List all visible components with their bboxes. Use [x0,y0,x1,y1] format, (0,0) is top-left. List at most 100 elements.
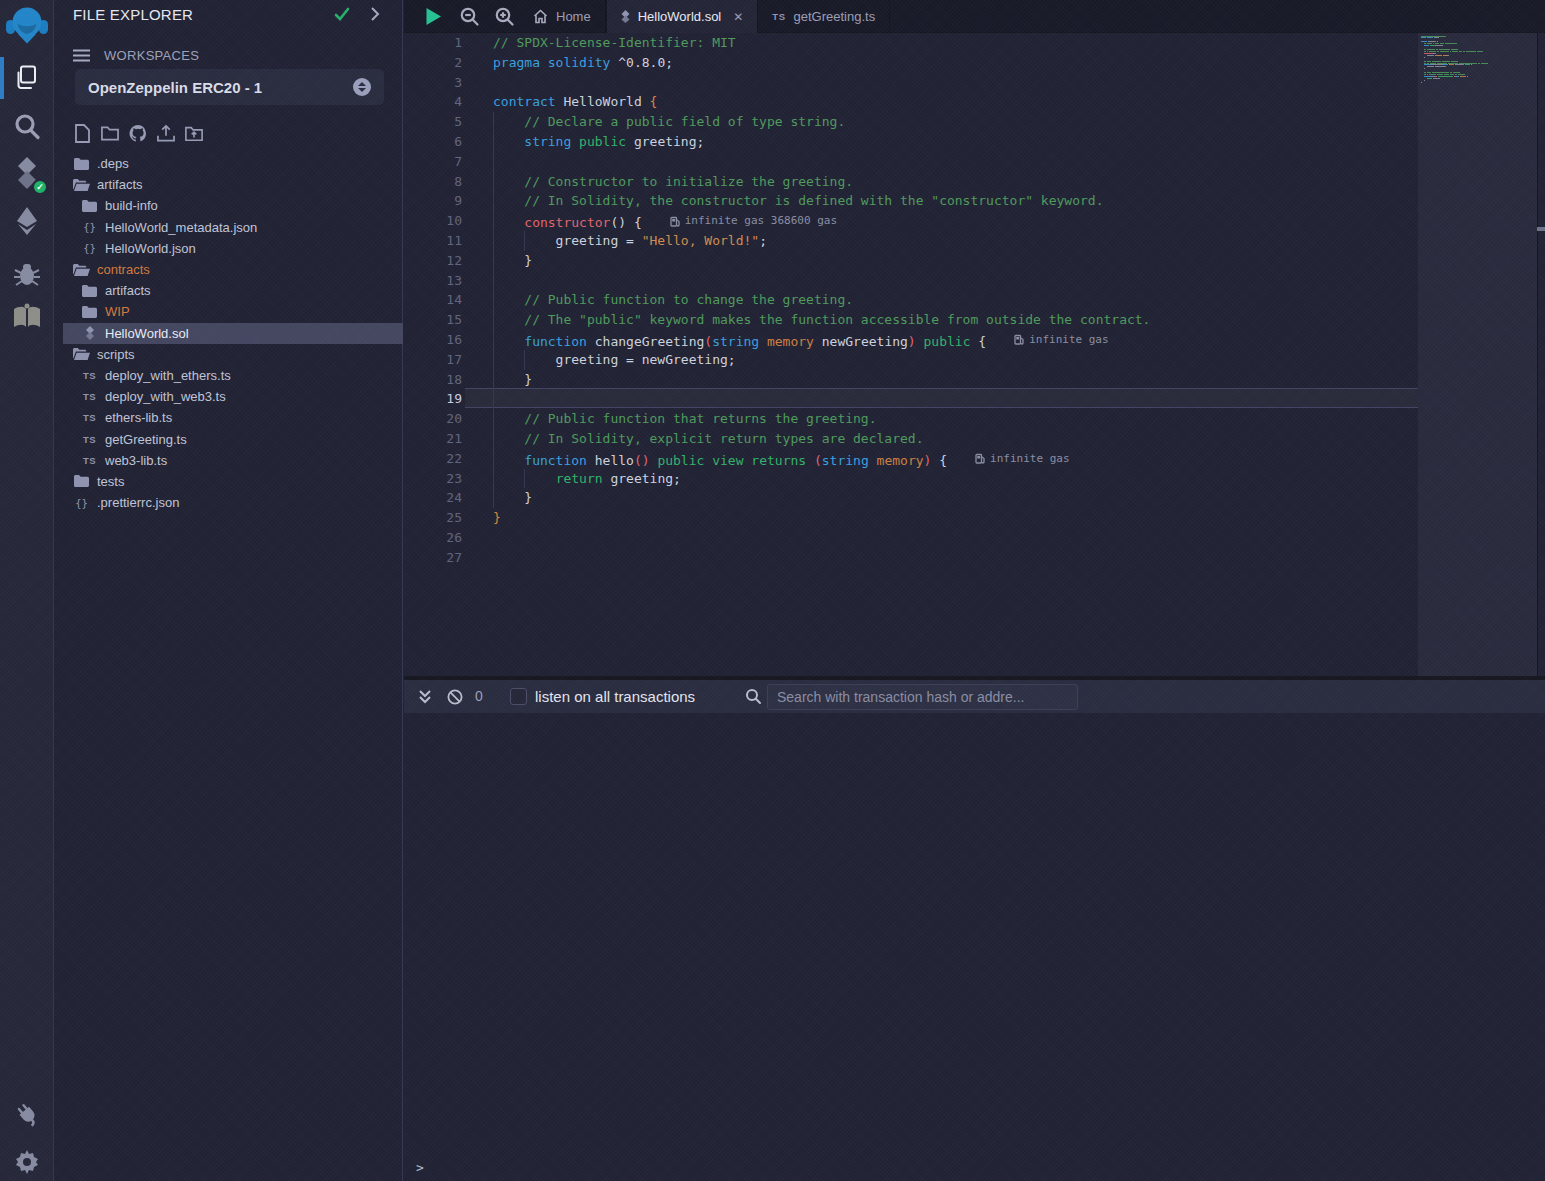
line-number: 8 [404,172,462,192]
tree-item-label: .prettierrc.json [97,495,179,510]
line-number: 13 [404,271,462,291]
tree-item--deps[interactable]: .deps [55,153,403,174]
json-icon: {} [81,241,98,256]
solidity-icon [621,10,630,23]
zoom-out-icon[interactable] [452,0,486,33]
tree-item-helloworld-json[interactable]: {} HelloWorld.json [55,238,403,259]
tree-item-label: tests [97,474,124,489]
line-number: 6 [404,132,462,152]
listen-checkbox[interactable] [510,688,527,705]
line-number: 14 [404,290,462,310]
tab-home[interactable]: Home [519,0,606,33]
deploy-run-icon[interactable] [0,206,54,236]
tree-item-contracts[interactable]: contracts [55,259,403,280]
minimap[interactable] [1418,33,1537,676]
code-line-9: // In Solidity, the constructor is defin… [493,191,1104,211]
tree-item-scripts[interactable]: scripts [55,344,403,365]
ts-icon: TS [81,368,98,383]
tree-item-build-info[interactable]: build-info [55,195,403,216]
tree-item-artifacts[interactable]: artifacts [55,174,403,195]
current-line-highlight [465,388,1418,408]
chevron-right-icon[interactable] [370,7,380,25]
tree-item-tests[interactable]: tests [55,471,403,492]
tab-getgreeting-ts[interactable]: TSgetGreeting.ts [758,0,890,33]
search-icon[interactable] [0,112,54,142]
json-icon: {} [81,220,98,235]
tree-item-artifacts[interactable]: artifacts [55,280,403,301]
code-line-20: // Public function that returns the gree… [493,409,877,429]
main-area: Home HelloWorld.sol ✕ TSgetGreeting.ts 12 34… [404,0,1545,1181]
tree-item-label: deploy_with_ethers.ts [105,368,231,383]
workspaces-row: WORKSPACES [73,45,199,65]
new-file-icon[interactable] [73,121,91,145]
line-number: 4 [404,92,462,112]
debugger-icon[interactable] [0,260,54,288]
tree-item--prettierrc-json[interactable]: {}.prettierrc.json [55,492,403,513]
gas-estimate-hint: infinite gas [1014,330,1108,350]
code-line-18: } [493,370,532,390]
workspace-toggle-icon[interactable] [353,78,371,96]
tab-helloworld-sol[interactable]: HelloWorld.sol ✕ [606,0,759,33]
line-number: 10 [404,211,462,231]
folder-icon [81,304,98,319]
code-editor[interactable]: 1234567891011121314151617181920212223242… [404,33,1545,676]
tree-item-ethers-lib-ts[interactable]: TSethers-lib.ts [55,407,403,428]
compiler-success-badge: ✓ [32,179,48,195]
line-number: 26 [404,528,462,548]
line-number: 11 [404,231,462,251]
settings-gear-icon[interactable] [0,1149,54,1175]
line-number: 25 [404,508,462,528]
line-number: 18 [404,370,462,390]
editor-scrollbar[interactable] [1537,33,1545,676]
line-number: 9 [404,191,462,211]
terminal-output[interactable]: > [404,713,1545,1181]
check-icon[interactable] [334,7,350,25]
tree-item-deploy-with-web3-ts[interactable]: TSdeploy_with_web3.ts [55,386,403,407]
ts-icon: TS [772,11,785,22]
code-line-24: } [493,488,532,508]
remix-logo[interactable] [0,4,54,50]
expand-terminal-icon[interactable] [418,680,432,713]
upload-folder-icon[interactable] [185,121,203,145]
line-number: 17 [404,350,462,370]
folder-icon [73,474,90,489]
terminal-search-input[interactable] [767,684,1078,710]
code-line-15: // The "public" keyword makes the functi… [493,310,1150,330]
gas-estimate-hint: infinite gas 368600 gas [670,211,837,231]
tree-item-web3-lib-ts[interactable]: TSweb3-lib.ts [55,450,403,471]
tree-item-label: deploy_with_web3.ts [105,389,226,404]
tree-item-deploy-with-ethers-ts[interactable]: TS deploy_with_ethers.ts [55,365,403,386]
run-script-button[interactable] [416,0,450,33]
tree-item-label: getGreeting.ts [105,432,187,447]
tree-item-wip[interactable]: WIP [55,301,403,322]
tree-item-helloworld-sol[interactable]: HelloWorld.sol [55,323,403,344]
code-line-25: } [493,508,501,528]
learneth-icon[interactable] [0,303,54,331]
code-line-2: pragma solidity ^0.8.0; [493,53,673,73]
new-folder-icon[interactable] [101,121,119,145]
transaction-count: 0 [475,680,483,713]
tree-item-label: artifacts [105,283,151,298]
terminal-prompt: > [416,1160,424,1175]
publish-to-gist-icon[interactable] [129,121,147,145]
line-number: 12 [404,251,462,271]
workspaces-menu-icon[interactable] [73,49,90,62]
line-number: 22 [404,449,462,469]
tree-item-helloworld-metadata-json[interactable]: {}HelloWorld_metadata.json [55,217,403,238]
file-explorer-panel: FILE EXPLORER WORKSPACES OpenZeppelin ER… [55,0,403,1181]
workspace-name: OpenZeppelin ERC20 - 1 [88,79,262,96]
tree-item-getgreeting-ts[interactable]: TSgetGreeting.ts [55,428,403,449]
workspace-selector[interactable]: OpenZeppelin ERC20 - 1 [75,69,384,105]
terminal-toolbar: 0 listen on all transactions [404,680,1545,713]
zoom-in-icon[interactable] [487,0,521,33]
tree-item-label: HelloWorld.json [105,241,196,256]
close-tab-icon[interactable]: ✕ [733,11,743,23]
file-explorer-icon[interactable] [0,62,54,94]
upload-file-icon[interactable] [157,121,175,145]
folder-open-icon [73,347,90,362]
tab-label: HelloWorld.sol [638,9,722,24]
clear-console-icon[interactable] [447,680,463,713]
line-number: 3 [404,73,462,93]
tab-label: Home [556,9,591,24]
plugin-manager-icon[interactable] [0,1100,54,1128]
